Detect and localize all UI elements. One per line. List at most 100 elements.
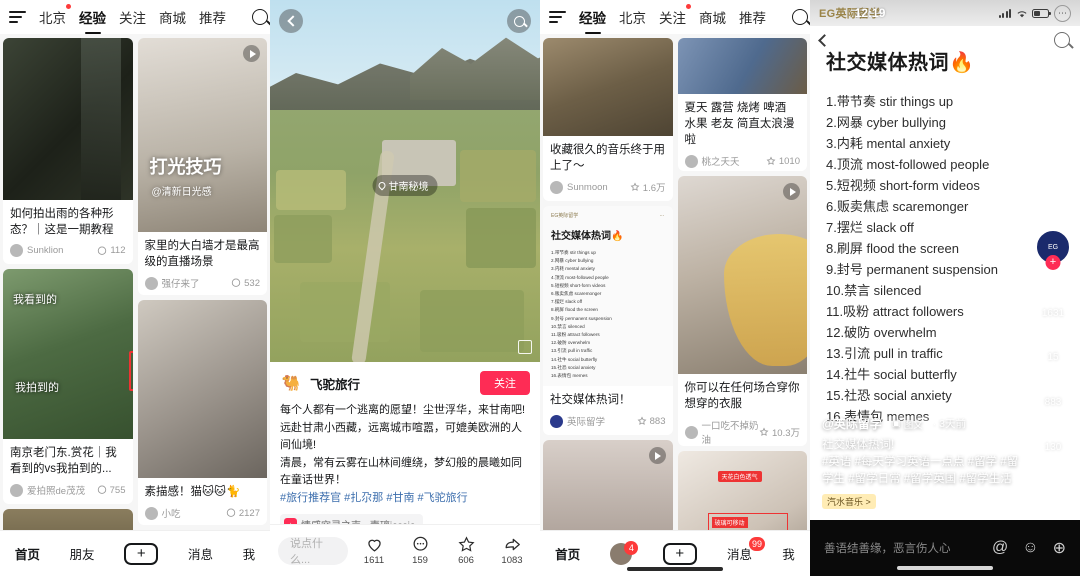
nav-item-guanzhu[interactable]: 关注	[119, 7, 146, 27]
hamburger-icon[interactable]	[549, 11, 566, 23]
card-title: 你可以在任何场合穿你想穿的衣服	[678, 374, 808, 414]
share-action[interactable]: 130	[1040, 415, 1066, 453]
feed-card-partial[interactable]	[543, 440, 673, 535]
card-thumbnail[interactable]	[543, 440, 673, 535]
like-action[interactable]: 1611	[354, 535, 394, 566]
back-button[interactable]	[279, 9, 303, 33]
nav-item-jingyan[interactable]: 经验	[79, 7, 106, 27]
nav-item-jingyan[interactable]: 经验	[579, 7, 606, 27]
card-like-count[interactable]: 755	[97, 485, 126, 496]
feed-card[interactable]: 你可以在任何场合穿你想穿的衣服 一口吃不掉奶油 10.3万	[678, 176, 808, 446]
card-star-count[interactable]: 10.3万	[759, 425, 800, 439]
card-like-count[interactable]: 112	[97, 245, 125, 256]
search-icon[interactable]	[1054, 32, 1070, 48]
avatar[interactable]: EG +	[1036, 230, 1070, 264]
card-title: 收藏很久的音乐终于用上了～	[543, 136, 673, 176]
geo-tag[interactable]: 甘南秘境	[373, 175, 438, 196]
like-action[interactable]: 1631	[1040, 281, 1066, 319]
card-author[interactable]: Sunklion	[10, 244, 63, 257]
card-like-count[interactable]: 532	[231, 278, 260, 289]
nav-item-shangcheng[interactable]: 商城	[699, 7, 726, 27]
tab-profile[interactable]: 我	[782, 544, 795, 563]
thumbnail-overlay-text: 打光技巧	[150, 153, 222, 179]
play-button-icon[interactable]	[243, 45, 260, 62]
list-item: 15.社恐 social anxiety	[826, 385, 1064, 406]
post-hashtags[interactable]: #英语 #每天学习英语一点点 #留学 #留学生 #留学日常 #留学英国 #留学生…	[822, 454, 1020, 488]
post-hashtags[interactable]: #旅行推荐官 #扎尕那 #甘南 #飞驼旅行	[280, 490, 530, 508]
nav-item-tuijian[interactable]: 推荐	[739, 7, 766, 27]
card-thumbnail[interactable]	[678, 176, 808, 374]
card-thumbnail[interactable]	[543, 38, 673, 136]
feed-card[interactable]: 我看到的 我拍到的 南京老门东.赏花｜我看到的vs我拍到的... 爱拍照de茂茂…	[3, 269, 133, 504]
music-row[interactable]: 汽水音乐 > ofia Carson LOUD - S	[822, 494, 983, 509]
card-thumbnail[interactable]	[138, 300, 268, 478]
feed-card[interactable]: 收藏很久的音乐终于用上了～ Sunmoon 1.6万	[543, 38, 673, 201]
list-item: 12.破防 overwhelm	[551, 339, 665, 347]
card-author[interactable]: 爱拍照de茂茂	[10, 483, 85, 497]
red-dot-badge-icon	[66, 4, 71, 9]
post-author-row[interactable]: @英际留学 ▣ 图文 · 3天前	[822, 415, 1020, 432]
search-icon[interactable]	[252, 9, 268, 25]
play-button-icon[interactable]	[649, 447, 666, 464]
at-icon[interactable]: @	[992, 539, 1008, 557]
tab-friends[interactable]: 4	[610, 543, 632, 565]
nav-item-shangcheng[interactable]: 商城	[159, 7, 186, 27]
star-action[interactable]: 883	[1040, 370, 1066, 408]
card-star-count[interactable]: 1.6万	[630, 180, 666, 194]
home-indicator	[897, 566, 993, 570]
emoji-icon[interactable]: ☺	[1022, 539, 1038, 557]
create-post-button[interactable]: +	[663, 543, 697, 565]
comment-action[interactable]: 15	[1041, 326, 1066, 363]
create-post-button[interactable]: +	[124, 543, 158, 565]
card-author[interactable]: 小吃	[145, 506, 181, 520]
card-star-count[interactable]: 883	[637, 416, 666, 427]
back-chevron-icon[interactable]	[818, 34, 831, 47]
card-author[interactable]: Sunmoon	[550, 181, 608, 194]
top-navigation-bar-1: 北京 经验 关注 商城 推荐	[0, 0, 270, 34]
nav-item-beijing[interactable]: 北京	[39, 7, 66, 27]
follow-plus-icon[interactable]: +	[1046, 255, 1061, 270]
nav-item-guanzhu[interactable]: 关注	[659, 7, 686, 27]
post-author-name[interactable]: 飞驼旅行	[310, 374, 472, 393]
tab-home[interactable]: 首页	[15, 544, 40, 563]
avatar	[10, 484, 23, 497]
star-action[interactable]: 606	[446, 535, 486, 566]
share-action[interactable]: 1083	[492, 535, 532, 566]
nav-item-tuijian[interactable]: 推荐	[199, 7, 226, 27]
card-thumbnail[interactable]	[3, 38, 133, 200]
card-thumbnail[interactable]: 打光技巧 @清新日光感	[138, 38, 268, 232]
card-thumbnail-embedded[interactable]: EG英际留学 ⋯ 社交媒体热词🔥 1.带节奏 stir things up 2.…	[543, 206, 673, 386]
card-like-count[interactable]: 2127	[226, 508, 260, 519]
follow-button[interactable]: 关注	[480, 371, 530, 395]
fullscreen-icon[interactable]	[518, 340, 532, 354]
comment-input[interactable]: 说点什么...	[278, 537, 348, 565]
feed-card-embedded-screenshot[interactable]: EG英际留学 ⋯ 社交媒体热词🔥 1.带节奏 stir things up 2.…	[543, 206, 673, 435]
nav-item-beijing[interactable]: 北京	[619, 7, 646, 27]
tab-friends[interactable]: 朋友	[70, 544, 95, 563]
tab-profile[interactable]: 我	[243, 544, 256, 563]
search-button[interactable]	[507, 9, 531, 33]
comment-input[interactable]: 善语结善缘，恶言伤人心	[824, 540, 978, 556]
hamburger-icon[interactable]	[9, 11, 26, 23]
card-thumbnail[interactable]: 我看到的 我拍到的	[3, 269, 133, 439]
card-author[interactable]: 桃之夭夭	[685, 154, 740, 168]
feed-card[interactable]: 素描感！猫🐱🐱🐈 小吃 2127	[138, 300, 268, 525]
card-author[interactable]: 英际留学	[550, 414, 605, 428]
hero-photo[interactable]: 甘南秘境	[270, 0, 540, 362]
card-star-count[interactable]: 1010	[766, 156, 800, 167]
feed-card[interactable]: 打光技巧 @清新日光感 家里的大白墙才是最高级的直播场景 强仔来了 532	[138, 38, 268, 295]
plus-icon[interactable]: ⊕	[1053, 538, 1066, 558]
more-dots-icon[interactable]: ⋯	[1054, 5, 1071, 22]
list-item: 3.内耗 mental anxiety	[551, 265, 665, 273]
card-author[interactable]: 强仔来了	[145, 276, 200, 290]
music-source-chip[interactable]: 汽水音乐 >	[822, 494, 876, 509]
tab-messages[interactable]: 消息 99	[727, 544, 752, 563]
tab-messages[interactable]: 消息	[188, 544, 213, 563]
comment-action[interactable]: 159	[400, 535, 440, 566]
tab-home[interactable]: 首页	[555, 544, 580, 563]
card-thumbnail[interactable]	[678, 38, 808, 94]
card-author[interactable]: 一口吃不掉奶油	[685, 418, 760, 446]
feed-card[interactable]: 如何拍出雨的各种形态？｜这是一期教程 Sunklion 112	[3, 38, 133, 264]
search-icon[interactable]	[792, 9, 808, 25]
feed-card[interactable]: 夏天 露营 烧烤 啤酒 水果 老友 简直太浪漫啦 桃之夭夭 1010	[678, 38, 808, 171]
